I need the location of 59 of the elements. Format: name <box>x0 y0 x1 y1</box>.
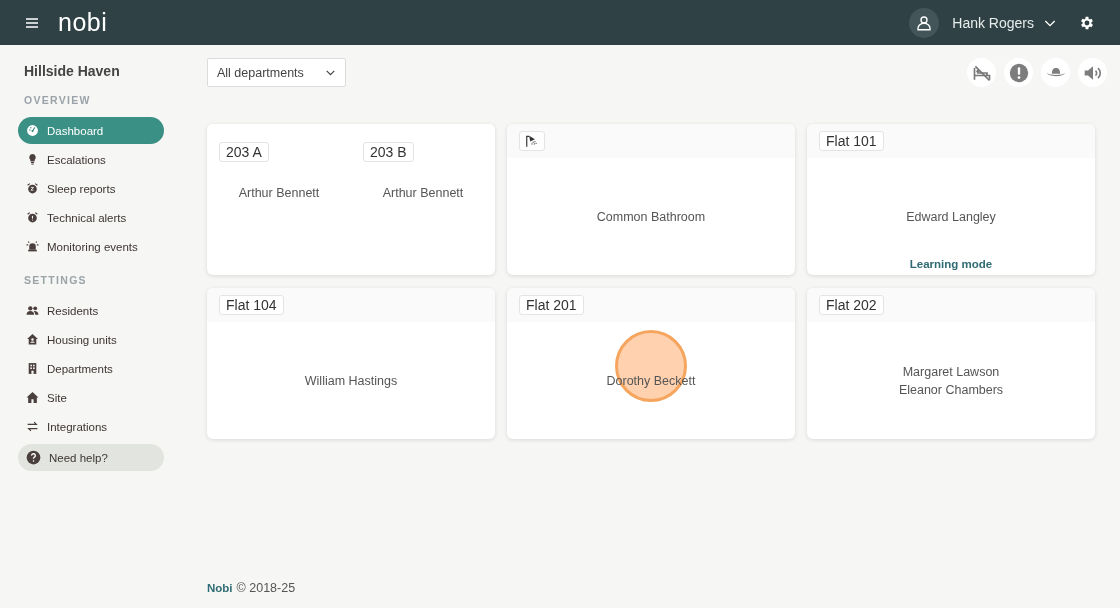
resident-name: Dorothy Beckett <box>606 372 696 390</box>
unit-tag: Flat 201 <box>519 295 584 315</box>
house-icon <box>26 391 39 404</box>
nav-item[interactable]: Departments <box>18 355 164 382</box>
copyright-text: © 2018-25 <box>236 581 296 595</box>
toolbar-button[interactable] <box>1078 58 1107 87</box>
unit-tag: Flat 101 <box>819 131 884 151</box>
mode-label: Learning mode <box>908 258 994 270</box>
resident-name: Edward Langley <box>906 208 996 226</box>
nav-item[interactable]: Dashboard <box>18 117 164 144</box>
room-card[interactable]: Flat 101 Edward Langley Learning mode <box>807 124 1095 275</box>
toolbar-button[interactable] <box>967 58 996 87</box>
person-icon <box>915 13 934 32</box>
room-card[interactable]: Flat 201 Dorothy Beckett <box>507 288 795 439</box>
lightbulb-icon <box>26 153 39 166</box>
avatar[interactable] <box>909 7 940 38</box>
unit-tag: 203 A <box>219 142 269 162</box>
toolbar-button[interactable] <box>1041 58 1070 87</box>
resident-name: Arthur Bennett <box>382 185 464 202</box>
room-card[interactable]: Flat 104 William Hastings <box>207 288 495 439</box>
resident-name: William Hastings <box>304 372 398 390</box>
alert-icon <box>1008 62 1029 83</box>
section-heading: SETTINGS <box>24 274 88 286</box>
nav-item[interactable]: Escalations <box>18 146 164 173</box>
resident-name: Common Bathroom <box>596 208 706 226</box>
nav-item[interactable]: Housing units <box>18 326 164 353</box>
nav-item[interactable]: Residents <box>18 297 164 324</box>
resident-name: Arthur Bennett <box>238 185 320 202</box>
unit-tag: Flat 202 <box>819 295 884 315</box>
nav-item[interactable]: Monitoring events <box>18 233 164 260</box>
nav-item[interactable]: Integrations <box>18 413 164 440</box>
user-menu[interactable]: Hank Rogers <box>952 14 1058 31</box>
room-card[interactable]: 203 A Arthur Bennett 203 B Arthur Bennett <box>207 124 495 275</box>
room-card[interactable]: Common Bathroom <box>507 124 795 275</box>
resident-name: Margaret Lawson <box>902 363 1000 381</box>
resident-name: Eleanor Chambers <box>898 381 1004 399</box>
building-icon <box>26 362 39 375</box>
alarm-clock-icon <box>26 211 39 224</box>
toolbar-button[interactable] <box>1004 58 1033 87</box>
alarm-clock-icon <box>26 182 39 195</box>
department-select[interactable]: All departments <box>207 58 346 87</box>
logo: nobi <box>58 10 108 35</box>
house-icon <box>26 333 39 346</box>
room-card[interactable]: Flat 202 Margaret Lawson Eleanor Chambers <box>807 288 1095 439</box>
siren-icon <box>26 240 39 253</box>
people-icon <box>26 304 39 317</box>
unit-tag: Flat 104 <box>219 295 284 315</box>
site-name: Hillside Haven <box>24 63 121 79</box>
section-heading: OVERVIEW <box>24 94 92 106</box>
gauge-icon <box>26 124 39 137</box>
brand-link[interactable]: Nobi <box>207 582 233 594</box>
question-icon <box>26 450 41 465</box>
nav-item[interactable]: Technical alerts <box>18 204 164 231</box>
arrows-icon <box>26 420 39 433</box>
help-button[interactable]: Need help? <box>18 444 164 471</box>
nav-item[interactable]: Site <box>18 384 164 411</box>
nav-item[interactable]: Sleep reports <box>18 175 164 202</box>
unit-tag: 203 B <box>363 142 414 162</box>
shower-icon <box>525 134 539 148</box>
